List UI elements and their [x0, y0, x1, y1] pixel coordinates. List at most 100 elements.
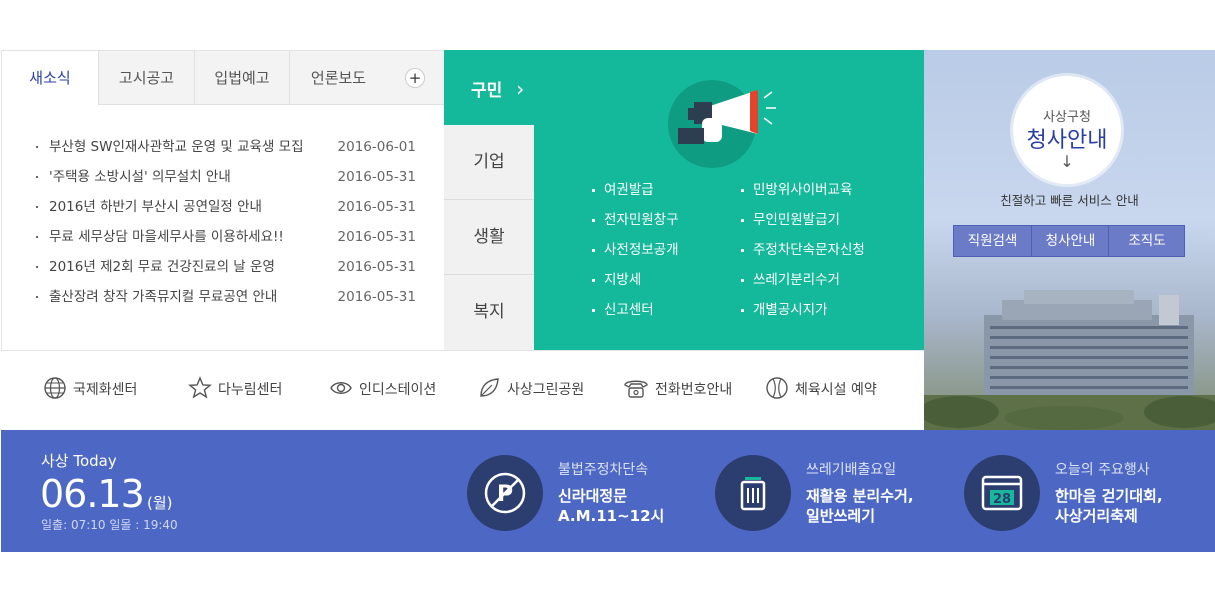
service-link[interactable]: 신고센터 — [592, 300, 679, 330]
info-value-line2: A.M.11~12시 — [558, 507, 665, 525]
bullet — [36, 236, 38, 238]
news-item[interactable]: 출산장려 창작 가족뮤지컬 무료공연 안내 2016-05-31 — [36, 287, 426, 317]
eye-icon — [330, 382, 352, 394]
sunrise-sunset: 일출: 07:10 일몰 : 19:40 — [41, 518, 178, 532]
globe-icon — [44, 377, 66, 399]
quick-link-label: 국제화센터 — [73, 382, 138, 398]
chevron-right-icon: › — [516, 77, 525, 101]
calendar-icon: 28 — [964, 455, 1040, 531]
quick-link-label: 체육시설 예약 — [795, 382, 877, 398]
service-link[interactable]: 민방위사이버교육 — [741, 180, 865, 210]
category-residents[interactable]: 구민 › — [444, 50, 534, 125]
quick-link-green-park[interactable]: 사상그린공원 — [477, 351, 584, 429]
calendar-day: 28 — [993, 492, 1011, 507]
quick-link-label: 인디스테이션 — [359, 382, 437, 398]
tab-press[interactable]: 언론보도 — [289, 51, 387, 105]
news-panel: 새소식 고시공고 입법예고 언론보도 + 부산형 SW인재사관학교 운영 및 교… — [1, 50, 445, 350]
bullet — [36, 146, 38, 148]
service-link[interactable]: 무인민원발급기 — [741, 210, 865, 240]
tab-news[interactable]: 새소식 — [2, 51, 98, 105]
garbage-day-info[interactable]: 쓰레기배출요일 재활용 분리수거, 일반쓰레기 — [715, 455, 945, 533]
news-date: 2016-05-31 — [337, 229, 416, 245]
service-link[interactable]: 개별공시지가 — [741, 300, 865, 330]
today-events-info[interactable]: 28 오늘의 주요행사 한마음 걷기대회, 사상거리축제 — [964, 455, 1194, 533]
office-guide-badge[interactable]: 사상구청 청사안내 ↓ — [1013, 76, 1121, 184]
info-title: 불법주정차단속 — [558, 462, 649, 478]
office-guide-desc: 친절하고 빠른 서비스 안내 — [1000, 193, 1139, 208]
main-board: 새소식 고시공고 입법예고 언론보도 + 부산형 SW인재사관학교 운영 및 교… — [1, 50, 1215, 552]
news-title[interactable]: 2016년 하반기 부산시 공연일정 안내 — [49, 197, 262, 217]
quick-link-sports-booking[interactable]: 체육시설 예약 — [765, 351, 877, 429]
today-label: 사상 Today — [41, 452, 117, 470]
today-weekday: (월) — [147, 494, 173, 512]
info-value-line1: 한마음 걷기대회, — [1055, 487, 1163, 505]
category-business[interactable]: 기업 — [444, 125, 534, 200]
arrow-down-icon: ↓ — [1060, 152, 1074, 171]
bullet — [36, 266, 38, 268]
news-item[interactable]: 무료 세무상담 마을세무사를 이용하세요!! 2016-05-31 — [36, 227, 426, 257]
today-date: 06.13 — [40, 472, 145, 516]
quick-link-label: 사상그린공원 — [507, 382, 585, 398]
office-guide-button[interactable]: 청사안내 — [1031, 226, 1109, 256]
bullet — [36, 296, 38, 298]
quick-link-intl-center[interactable]: 국제화센터 — [43, 351, 137, 429]
service-link[interactable]: 전자민원창구 — [592, 210, 679, 240]
megaphone-icon — [668, 80, 776, 168]
service-link[interactable]: 지방세 — [592, 270, 679, 300]
news-title[interactable]: '주택용 소방시설' 의무설치 안내 — [49, 167, 231, 187]
info-value-line1: 신라대정문 — [558, 487, 628, 505]
service-link[interactable]: 사전정보공개 — [592, 240, 679, 270]
ball-icon — [766, 377, 788, 399]
quick-link-phone-directory[interactable]: 전화번호안내 — [623, 351, 732, 429]
info-value-line2: 사상거리축제 — [1055, 507, 1138, 525]
info-value-line1: 재활용 분리수거, — [806, 487, 914, 505]
service-link[interactable]: 여권발급 — [592, 180, 679, 210]
quick-link-label: 전화번호안내 — [655, 382, 733, 398]
category-label: 구민 — [471, 81, 503, 101]
info-title: 쓰레기배출요일 — [806, 462, 897, 478]
quick-links-bar: 국제화센터 다누림센터 인디스테이션 사상그린공원 전화번호안내 체육시설 예약 — [1, 350, 924, 430]
more-plus-button[interactable]: + — [405, 68, 425, 88]
info-value-line2: 일반쓰레기 — [806, 507, 876, 525]
news-item[interactable]: 2016년 하반기 부산시 공연일정 안내 2016-05-31 — [36, 197, 426, 227]
info-title: 오늘의 주요행사 — [1055, 462, 1150, 478]
news-title[interactable]: 출산장려 창작 가족뮤지컬 무료공연 안내 — [49, 287, 277, 307]
office-guide-panel: 사상구청 청사안내 ↓ 친절하고 빠른 서비스 안내 직원검색 청사안내 조직도 — [924, 50, 1215, 430]
bullet — [36, 176, 38, 178]
today-bar: 사상 Today 06.13 (월) 일출: 07:10 일몰 : 19:40 … — [1, 430, 1215, 552]
quick-link-label: 다누림센터 — [218, 382, 283, 398]
trash-can-icon — [715, 455, 791, 531]
news-item[interactable]: 2016년 제2회 무료 건강진료의 날 운영 2016-05-31 — [36, 257, 426, 287]
category-nav: 구민 › 기업 생활 복지 — [444, 50, 534, 350]
news-item[interactable]: 부산형 SW인재사관학교 운영 및 교육생 모집 2016-06-01 — [36, 137, 426, 167]
leaf-icon — [480, 378, 499, 397]
org-chart-button[interactable]: 조직도 — [1108, 226, 1185, 256]
news-list: 부산형 SW인재사관학교 운영 및 교육생 모집 2016-06-01 '주택용 … — [36, 137, 426, 317]
category-welfare[interactable]: 복지 — [444, 275, 534, 350]
services-list-left: 여권발급 전자민원창구 사전정보공개 지방세 신고센터 — [592, 180, 679, 330]
tab-legislation[interactable]: 입법예고 — [194, 51, 289, 105]
more-tab-area: + — [387, 51, 445, 105]
no-parking-icon: P — [467, 455, 543, 531]
news-title[interactable]: 부산형 SW인재사관학교 운영 및 교육생 모집 — [49, 137, 304, 157]
quick-link-danurim[interactable]: 다누림센터 — [188, 351, 282, 429]
news-tabs: 새소식 고시공고 입법예고 언론보도 + — [2, 51, 445, 105]
category-living[interactable]: 생활 — [444, 200, 534, 275]
news-date: 2016-05-31 — [337, 199, 416, 215]
service-link[interactable]: 주정차단속문자신청 — [741, 240, 865, 270]
office-guide-title: 청사안내 — [1026, 128, 1108, 153]
news-date: 2016-06-01 — [337, 139, 416, 155]
news-date: 2016-05-31 — [337, 289, 416, 305]
news-date: 2016-05-31 — [337, 259, 416, 275]
parking-enforcement-info[interactable]: P 불법주정차단속 신라대정문 A.M.11~12시 — [467, 455, 687, 533]
service-link[interactable]: 쓰레기분리수거 — [741, 270, 865, 300]
quick-link-indie-station[interactable]: 인디스테이션 — [329, 351, 436, 429]
news-title[interactable]: 무료 세무상담 마을세무사를 이용하세요!! — [49, 227, 284, 247]
news-title[interactable]: 2016년 제2회 무료 건강진료의 날 운영 — [49, 257, 275, 277]
news-item[interactable]: '주택용 소방시설' 의무설치 안내 2016-05-31 — [36, 167, 426, 197]
tab-notices[interactable]: 고시공고 — [98, 51, 194, 105]
services-panel: 여권발급 전자민원창구 사전정보공개 지방세 신고센터 민방위사이버교육 무인민… — [534, 50, 924, 350]
star-icon — [188, 376, 212, 399]
staff-search-button[interactable]: 직원검색 — [954, 226, 1031, 256]
office-guide-buttons: 직원검색 청사안내 조직도 — [953, 225, 1185, 257]
